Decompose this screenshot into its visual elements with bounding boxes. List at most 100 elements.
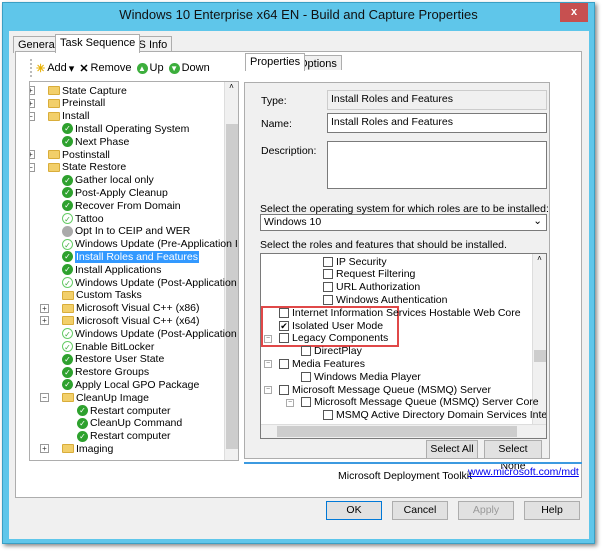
tab-task-sequence[interactable]: Task Sequence [55,34,141,53]
task-sequence-tree[interactable]: ˄ +State Capture+Preinstall−Install✓Inst… [29,81,239,461]
feature-item[interactable]: Windows Authentication [323,293,447,306]
hscroll-thumb[interactable] [277,426,517,437]
tab-properties[interactable]: Properties [245,53,306,71]
tree-item[interactable]: ✓ Apply Local GPO Package [62,378,199,391]
feature-checkbox[interactable] [279,333,289,344]
list-scroll-thumb[interactable] [534,350,546,362]
tree-item[interactable]: ✓ Enable BitLocker [62,340,154,353]
feature-checkbox[interactable] [323,410,333,421]
expand-icon[interactable]: + [30,86,35,95]
roles-features-list[interactable]: ˄ IP Security Request Filtering URL Author… [260,253,547,439]
description-field[interactable] [327,141,547,189]
help-button[interactable]: Help [524,501,580,520]
tree-item[interactable]: State Restore [48,161,126,174]
up-button[interactable]: ▲ Up [136,62,164,74]
tree-item[interactable]: Opt In to CEIP and WER [62,225,190,238]
expand-icon[interactable]: + [40,303,49,313]
feature-label: DirectPlay [314,345,362,358]
feature-item[interactable]: Microsoft Message Queue (MSMQ) Server Co… [301,396,539,409]
ok-button[interactable]: OK [326,501,382,520]
tree-item[interactable]: State Capture [48,84,127,97]
tree-item[interactable]: ✓ Tattoo [62,212,104,225]
feature-checkbox[interactable] [323,282,333,293]
tree-item[interactable]: ✓ Install Roles and Features [62,250,199,263]
collapse-icon[interactable]: − [264,386,272,394]
select-none-button[interactable]: Select None [484,440,542,472]
tree-item[interactable]: ✓ Post-Apply Cleanup [62,186,168,199]
tree-item[interactable]: Install [48,110,89,123]
feature-checkbox[interactable] [323,256,333,267]
scroll-up-icon[interactable]: ˄ [533,254,546,263]
feature-item[interactable]: URL Authorization [323,281,420,294]
feature-checkbox[interactable] [279,358,289,369]
feature-checkbox[interactable] [279,307,289,318]
tree-item[interactable]: Imaging [62,442,113,455]
tree-item[interactable]: ✓ CleanUp Command [77,417,182,430]
os-dropdown[interactable]: Windows 10 ⌄ [260,214,547,231]
tree-item[interactable]: ✓Windows Update (Post-Application Instal… [62,276,238,289]
collapse-icon[interactable]: − [30,111,35,121]
tree-scrollbar[interactable]: ˄ [224,82,238,460]
tree-item[interactable]: ✓Windows Update (Post-Application Instal… [62,327,238,340]
tree-item[interactable]: ✓ Install Operating System [62,122,189,135]
select-all-button[interactable]: Select All [426,440,478,459]
tree-item[interactable]: ✓ Recover From Domain [62,199,181,212]
feature-checkbox[interactable]: ✔ [279,320,289,331]
tree-item[interactable]: ✓ Restart computer [77,404,171,417]
tree-item[interactable]: CleanUp Image [62,391,149,404]
add-button[interactable]: ✳ Add ▾ [36,62,74,75]
feature-checkbox[interactable] [323,269,333,280]
expand-icon[interactable]: + [30,150,35,159]
expand-icon[interactable]: + [40,316,49,326]
feature-item[interactable]: ✔ Isolated User Mode [279,319,383,332]
tree-item[interactable]: Custom Tasks [62,289,142,302]
tree-item[interactable]: ✓ Gather local only [62,174,154,187]
apply-button[interactable]: Apply [458,501,514,520]
feature-item[interactable]: Request Filtering [323,268,415,281]
cancel-button[interactable]: Cancel [392,501,448,520]
feature-item[interactable]: Media Features [279,357,365,370]
collapse-icon[interactable]: − [286,398,294,407]
feature-checkbox[interactable] [279,384,289,395]
feature-label: Isolated User Mode [292,319,384,332]
collapse-icon[interactable]: − [264,360,272,369]
add-icon: ✳ [36,62,46,75]
tree-item[interactable]: ✓ Next Phase [62,135,129,148]
feature-checkbox[interactable] [323,294,333,305]
toolbar: ✳ Add ▾ ✕ Remove ▲ Up ▼ Down [30,59,230,77]
collapse-icon[interactable]: − [40,393,49,403]
tree-item-label: Install Applications [75,263,162,276]
feature-item[interactable]: IP Security [323,255,387,268]
tree-item[interactable]: Preinstall [48,97,105,110]
tree-item[interactable]: Microsoft Visual C++ (x86) [62,302,200,315]
feature-item[interactable]: Internet Information Services Hostable W… [279,306,521,319]
tree-item[interactable]: Postinstall [48,148,110,161]
tree-item[interactable]: ✓ Install Applications [62,263,161,276]
feature-item[interactable]: Windows Media Player [301,370,421,383]
collapse-icon[interactable]: − [264,334,272,343]
feature-item[interactable]: DirectPlay [301,345,362,358]
feature-checkbox[interactable] [301,397,311,408]
folder-icon [62,316,74,326]
tree-item[interactable]: ✓ Restore Groups [62,366,149,379]
feature-item[interactable]: Legacy Components [279,332,388,345]
collapse-icon[interactable]: − [30,162,35,172]
tree-item[interactable]: ✓ Restore User State [62,353,164,366]
name-field[interactable]: Install Roles and Features [327,113,547,133]
feature-checkbox[interactable] [301,371,311,382]
mdt-link[interactable]: www.microsoft.com/mdt [468,466,579,478]
feature-item[interactable]: Microsoft Message Queue (MSMQ) Server [279,383,491,396]
tree-item[interactable]: ✓Windows Update (Pre-Application Install… [62,238,238,251]
feature-checkbox[interactable] [301,346,311,357]
close-button[interactable]: x [560,3,588,22]
tree-item[interactable]: Microsoft Visual C++ (x64) [62,314,200,327]
remove-button[interactable]: ✕ Remove [79,62,131,75]
feature-item[interactable]: MSMQ Active Directory Domain Services In… [323,409,546,422]
expand-icon[interactable]: + [30,98,35,108]
expand-icon[interactable]: + [40,444,49,454]
list-hscrollbar[interactable] [261,424,546,438]
down-button[interactable]: ▼ Down [168,62,210,74]
type-value: Install Roles and Features [327,90,547,110]
tree-item[interactable]: ✓ Restart computer [77,430,171,443]
scroll-up-icon[interactable]: ˄ [225,82,238,91]
